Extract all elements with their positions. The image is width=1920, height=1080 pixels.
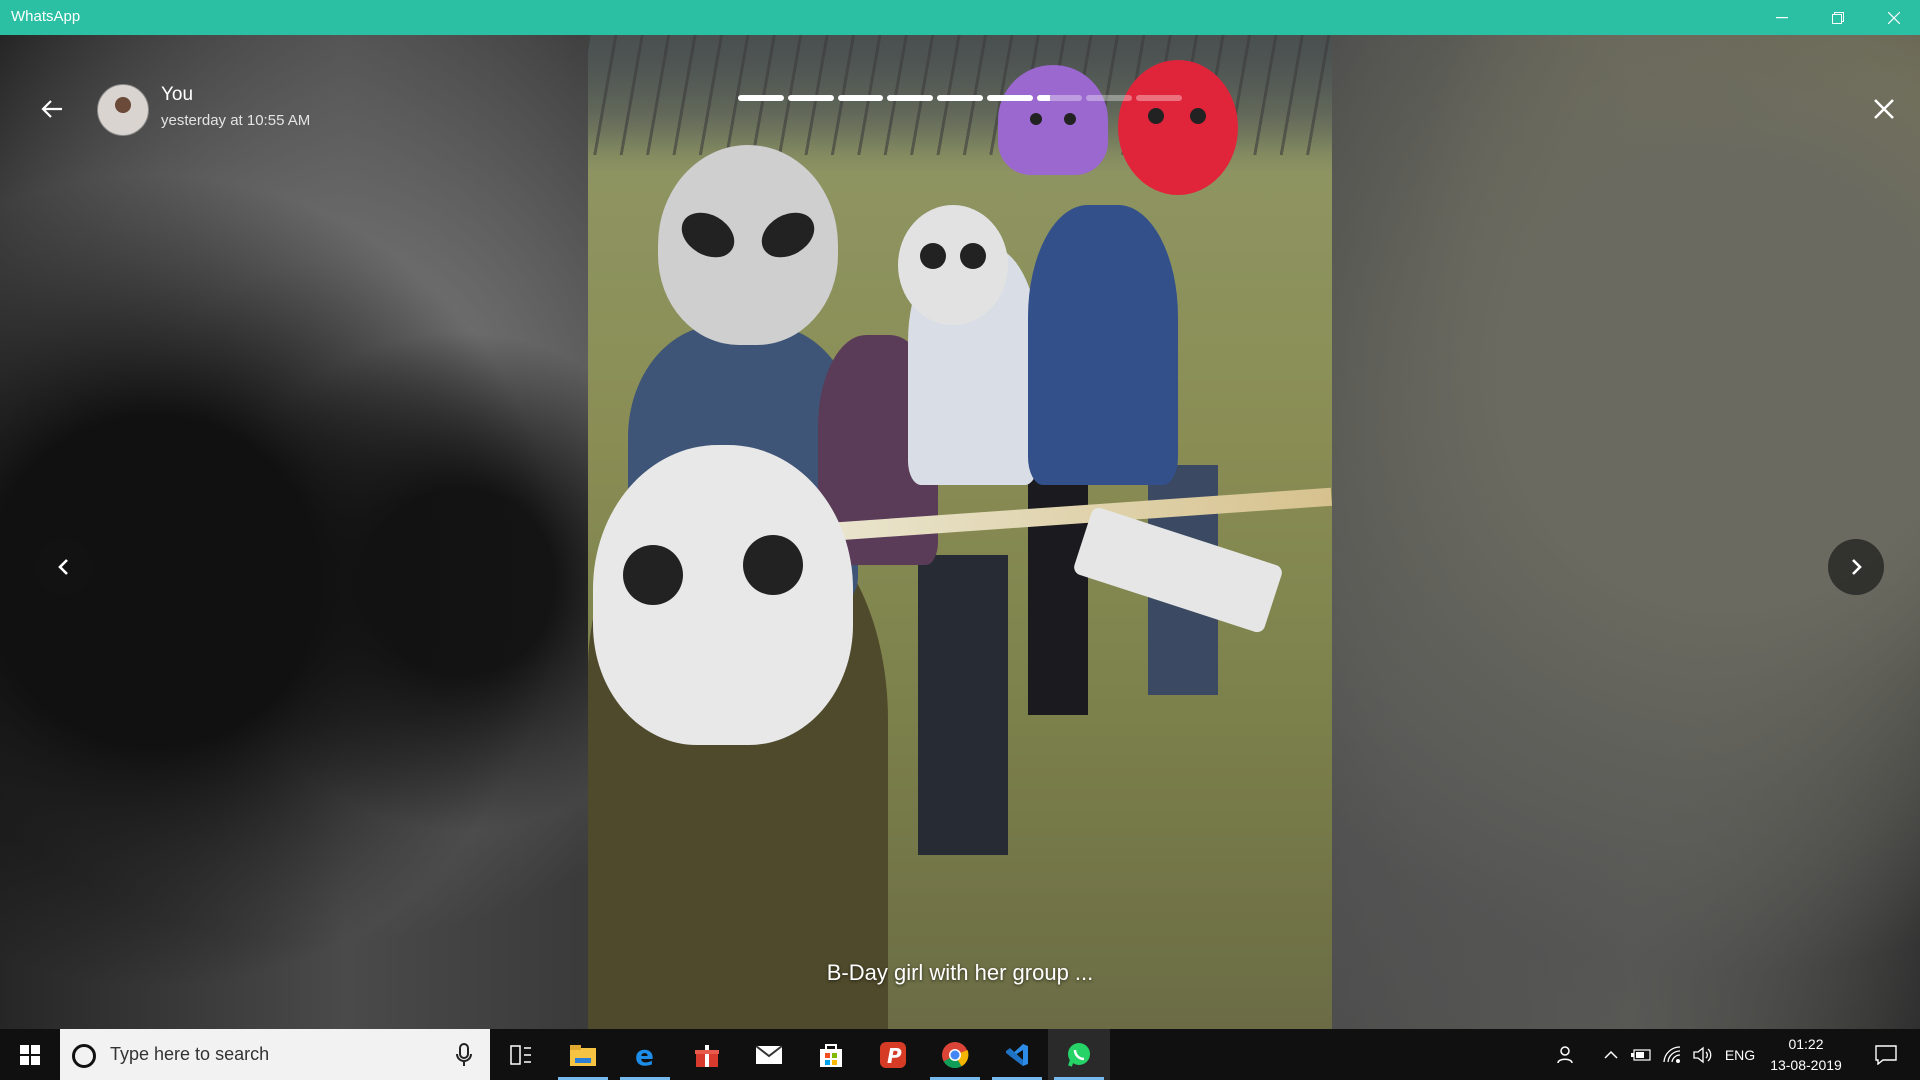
- status-caption: B-Day girl with her group ...: [826, 960, 1094, 985]
- chevron-up-icon: [1604, 1050, 1618, 1059]
- edge-button[interactable]: e: [614, 1029, 676, 1080]
- progress-segment: [887, 95, 934, 101]
- mail-button[interactable]: [738, 1029, 800, 1080]
- file-explorer-button[interactable]: [552, 1029, 614, 1080]
- back-button[interactable]: [36, 93, 68, 125]
- photo-person: [918, 555, 1008, 855]
- progress-segment-fill: [787, 95, 834, 101]
- progress-segment: [1136, 95, 1183, 101]
- svg-text:e: e: [635, 1042, 654, 1068]
- progress-segment: [937, 95, 983, 101]
- people-icon: [1557, 1045, 1573, 1063]
- mail-icon: [755, 1044, 783, 1064]
- file-explorer-icon: [570, 1044, 596, 1066]
- svg-text:P: P: [887, 1044, 902, 1068]
- progress-segment: [986, 95, 1033, 101]
- gift-icon: [695, 1044, 719, 1067]
- progress-segment: [837, 95, 884, 101]
- p-app-button[interactable]: P: [862, 1029, 924, 1080]
- progress-segment: [738, 95, 784, 101]
- store-button[interactable]: [800, 1029, 862, 1080]
- microphone-icon[interactable]: [454, 1041, 474, 1069]
- gift-app-button[interactable]: [676, 1029, 738, 1080]
- vscode-icon: [1006, 1043, 1028, 1066]
- status-photo: [588, 35, 1332, 1029]
- notifications-icon: [1875, 1044, 1897, 1065]
- volume-button[interactable]: [1690, 1029, 1716, 1080]
- language-indicator[interactable]: ENG: [1720, 1029, 1760, 1080]
- progress-segment-fill: [937, 95, 983, 101]
- network-button[interactable]: [1660, 1029, 1686, 1080]
- chevron-right-icon: [1852, 559, 1862, 575]
- progress-segment-fill: [837, 95, 884, 101]
- whatsapp-button[interactable]: [1048, 1029, 1110, 1080]
- task-view-icon: [510, 1044, 531, 1065]
- progress-segment-fill: [1036, 95, 1051, 101]
- store-icon: [820, 1043, 842, 1067]
- contact-name: You: [161, 84, 194, 105]
- taskbar-clock[interactable]: 01:22 13-08-2019: [1766, 1034, 1846, 1076]
- chevron-left-icon: [58, 559, 68, 575]
- chrome-icon: [942, 1041, 969, 1068]
- taskbar-search-box[interactable]: Type here to search: [60, 1029, 490, 1080]
- previous-status-button[interactable]: [36, 539, 92, 595]
- minimize-icon: [1776, 16, 1788, 18]
- status-viewer: B-Day girl with her group ... You yester…: [0, 35, 1920, 1029]
- window-close-button[interactable]: [1866, 0, 1920, 35]
- taskbar: Type here to search e P ENG 01:22 13-08-…: [0, 1029, 1920, 1080]
- vscode-button[interactable]: [986, 1029, 1048, 1080]
- clock-time: 01:22: [1788, 1036, 1824, 1052]
- restore-button[interactable]: [1810, 0, 1866, 35]
- edge-icon: e: [635, 1042, 654, 1068]
- restore-icon: [1832, 11, 1844, 24]
- ogre-emoji-sticker: [1118, 60, 1238, 195]
- close-icon: [1888, 11, 1900, 24]
- speaker-icon: [1693, 1046, 1712, 1063]
- battery-icon: [1631, 1048, 1651, 1061]
- next-status-button[interactable]: [1828, 539, 1884, 595]
- wifi-icon: [1663, 1045, 1681, 1063]
- battery-button[interactable]: [1628, 1029, 1654, 1080]
- progress-segment-fill: [738, 95, 784, 101]
- p-app-icon: P: [880, 1041, 906, 1068]
- octopus-emoji-sticker: [998, 65, 1108, 175]
- minimize-button[interactable]: [1754, 0, 1810, 35]
- close-icon: [1874, 99, 1894, 119]
- avatar[interactable]: [97, 84, 149, 136]
- search-placeholder: Type here to search: [110, 1044, 270, 1064]
- status-timestamp: yesterday at 10:55 AM: [161, 112, 311, 129]
- action-center-button[interactable]: [1864, 1029, 1908, 1080]
- title-bar: WhatsApp: [0, 0, 1920, 35]
- window-title: WhatsApp: [11, 8, 81, 25]
- progress-segment: [787, 95, 834, 101]
- start-button[interactable]: [0, 1029, 60, 1080]
- arrow-left-icon: [41, 100, 62, 118]
- progress-segment: [1036, 95, 1083, 101]
- show-hidden-icons-button[interactable]: [1598, 1029, 1624, 1080]
- windows-logo-icon: [20, 1044, 40, 1065]
- language-label: ENG: [1724, 1046, 1756, 1063]
- people-button[interactable]: [1552, 1029, 1582, 1080]
- status-progress-bar: [738, 95, 1183, 101]
- progress-segment-fill: [986, 95, 1033, 101]
- progress-segment-fill: [887, 95, 934, 101]
- task-view-button[interactable]: [490, 1029, 552, 1080]
- cortana-icon: [72, 1044, 96, 1068]
- photo-person: [1028, 205, 1178, 485]
- skull-emoji-sticker: [593, 445, 853, 745]
- chrome-button[interactable]: [924, 1029, 986, 1080]
- close-viewer-button[interactable]: [1868, 93, 1900, 125]
- clock-date: 13-08-2019: [1770, 1057, 1842, 1073]
- whatsapp-icon: [1068, 1042, 1090, 1067]
- skull-crossbones-emoji-sticker: [898, 205, 1008, 325]
- alien-emoji-sticker: [658, 145, 838, 345]
- progress-segment: [1086, 95, 1133, 101]
